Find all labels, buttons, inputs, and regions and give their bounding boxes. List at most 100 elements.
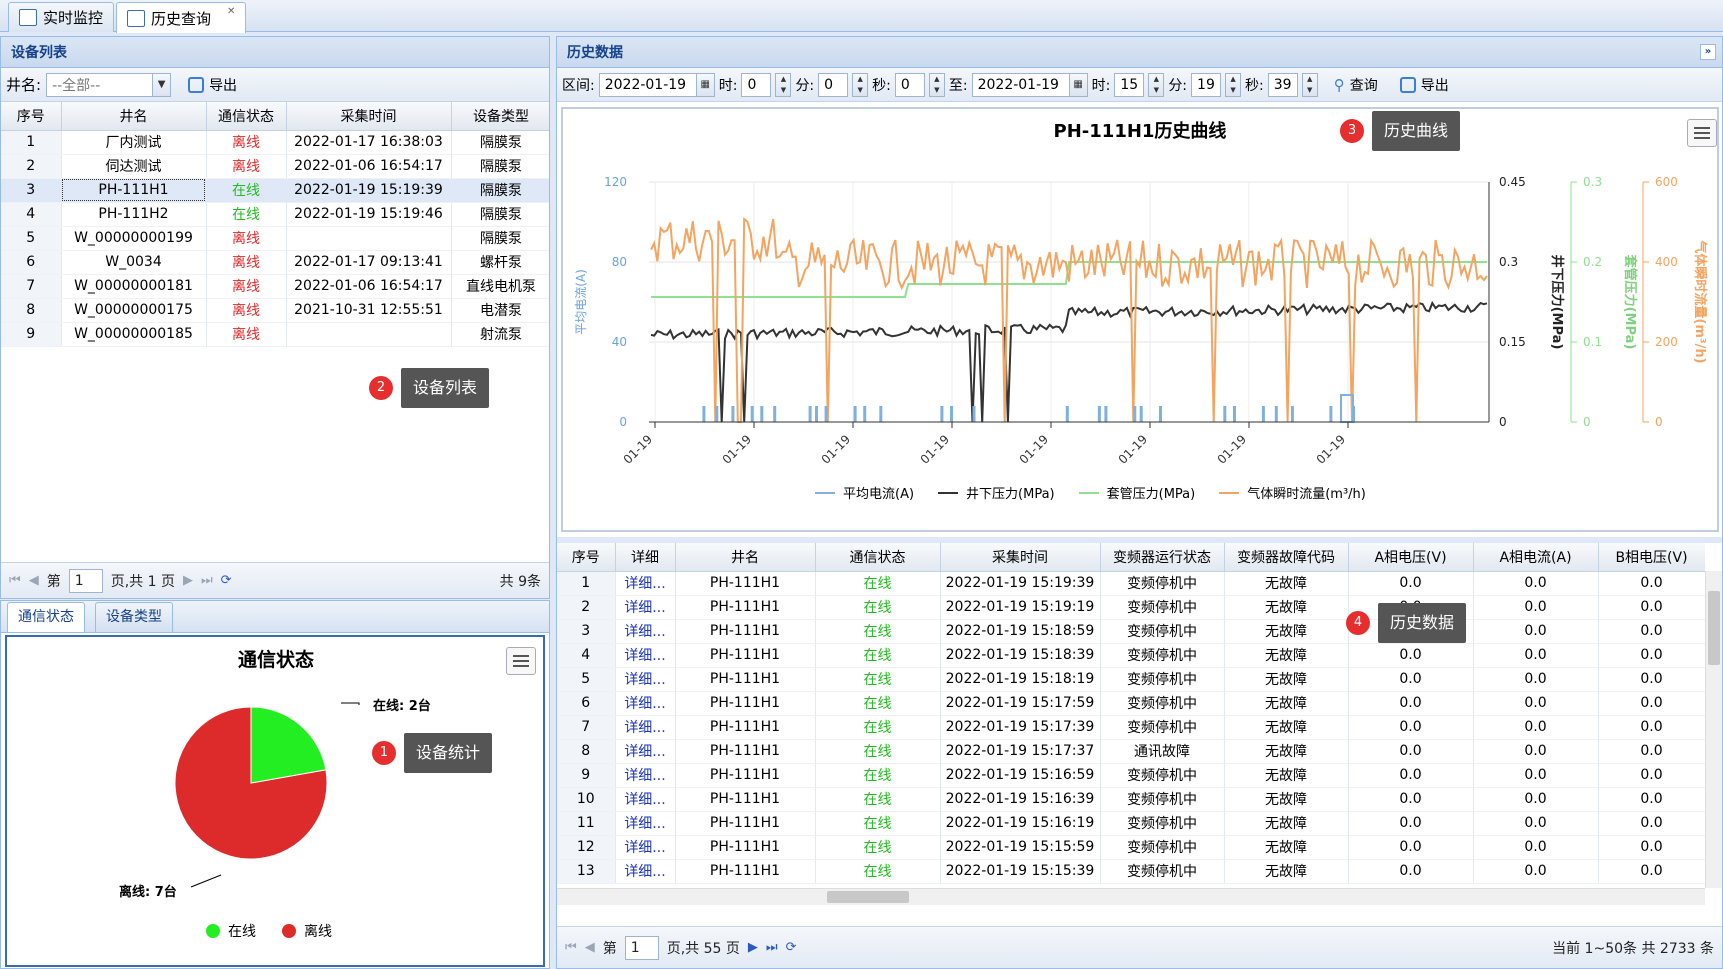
- second-from-input[interactable]: 0: [894, 72, 925, 97]
- chevron-down-icon[interactable]: ▼: [152, 73, 171, 96]
- pie-slice-online[interactable]: [250, 706, 327, 784]
- prev-page-icon[interactable]: ◀: [585, 940, 595, 955]
- spinner-icon[interactable]: ▲ ▼: [928, 72, 945, 97]
- legend-casing-pressure[interactable]: 套管压力(MPa): [1078, 483, 1195, 502]
- refresh-icon[interactable]: ⟳: [786, 940, 797, 955]
- legend-downhole-pressure[interactable]: 井下压力(MPa): [938, 483, 1055, 502]
- detail-link[interactable]: 详细...: [615, 643, 676, 668]
- table-row[interactable]: 1 详细... PH-111H1 在线 2022-01-19 15:19:39 变频停机中…: [557, 571, 1705, 596]
- table-row[interactable]: 12 详细... PH-111H1 在线 2022-01-19 15:15:59 变频停机…: [557, 835, 1705, 860]
- calendar-icon[interactable]: ▦: [1068, 73, 1087, 96]
- detail-link[interactable]: 详细...: [615, 571, 676, 596]
- table-row[interactable]: 2 详细... PH-111H1 在线 2022-01-19 15:19:19 变频停机中…: [557, 595, 1705, 620]
- horizontal-scrollbar[interactable]: [557, 888, 1705, 905]
- spinner-icon[interactable]: ▲ ▼: [1148, 72, 1165, 97]
- calendar-icon[interactable]: ▦: [695, 73, 714, 96]
- minute-from-input[interactable]: 0: [818, 72, 849, 97]
- tab-comm-status[interactable]: 通信状态: [7, 602, 85, 633]
- column-header[interactable]: 通信状态: [206, 102, 287, 131]
- next-page-icon[interactable]: ▶: [183, 573, 193, 588]
- table-row[interactable]: 1 厂内测试 离线 2022-01-17 16:38:03 隔膜泵: [1, 130, 549, 155]
- first-page-icon[interactable]: ⏮: [565, 940, 577, 955]
- next-page-icon[interactable]: ▶: [748, 940, 758, 955]
- column-header[interactable]: 变频器故障代码: [1224, 543, 1349, 572]
- legend-gas-flow[interactable]: 气体瞬时流量(m³/h): [1219, 483, 1366, 502]
- table-row[interactable]: 10 详细... PH-111H1 在线 2022-01-19 15:16:39 变频停机…: [557, 787, 1705, 812]
- tab-realtime-monitor[interactable]: 实时监控: [8, 2, 115, 32]
- table-row[interactable]: 6 W_0034 离线 2022-01-17 09:13:41 螺杆泵: [1, 250, 549, 275]
- last-page-icon[interactable]: ⏭: [766, 940, 778, 955]
- collapse-icon[interactable]: »: [1700, 44, 1716, 60]
- table-row[interactable]: 9 W_00000000185 离线 射流泵: [1, 322, 549, 347]
- column-header[interactable]: 采集时间: [940, 543, 1101, 572]
- detail-link[interactable]: 详细...: [615, 835, 676, 860]
- vertical-scrollbar[interactable]: [1705, 571, 1722, 888]
- table-row[interactable]: 13 详细... PH-111H1 在线 2022-01-19 15:15:39 变频停机…: [557, 859, 1705, 884]
- refresh-icon[interactable]: ⟳: [221, 573, 232, 588]
- history-export-button[interactable]: 导出: [1396, 75, 1453, 95]
- detail-link[interactable]: 详细...: [615, 859, 676, 884]
- column-header[interactable]: 详细: [615, 543, 676, 572]
- close-icon[interactable]: ✕: [227, 6, 235, 17]
- detail-link[interactable]: 详细...: [615, 811, 676, 836]
- second-to-input[interactable]: 39: [1267, 72, 1298, 97]
- table-row[interactable]: 8 W_00000000175 离线 2021-10-31 12:55:51 电潜泵: [1, 298, 549, 323]
- column-header[interactable]: 设备类型: [451, 102, 549, 131]
- table-row[interactable]: 11 详细... PH-111H1 在线 2022-01-19 15:16:19 变频停机…: [557, 811, 1705, 836]
- prev-page-icon[interactable]: ◀: [29, 573, 39, 588]
- column-header[interactable]: B相电压(V): [1598, 543, 1705, 572]
- table-row[interactable]: 8 详细... PH-111H1 在线 2022-01-19 15:17:37 通讯故障无…: [557, 739, 1705, 764]
- column-header[interactable]: 通信状态: [815, 543, 941, 572]
- column-header[interactable]: 采集时间: [286, 102, 452, 131]
- detail-link[interactable]: 详细...: [615, 739, 676, 764]
- scrollbar-thumb[interactable]: [827, 891, 909, 903]
- spinner-icon[interactable]: ▲ ▼: [775, 72, 792, 97]
- table-row[interactable]: 5 详细... PH-111H1 在线 2022-01-19 15:18:19 变频停机中…: [557, 667, 1705, 692]
- hour-from-input[interactable]: 0: [741, 72, 772, 97]
- legend-offline[interactable]: 离线: [282, 921, 332, 941]
- page-input[interactable]: 1: [624, 935, 659, 960]
- column-header[interactable]: A相电流(A): [1473, 543, 1599, 572]
- table-row[interactable]: 4 PH-111H2 在线 2022-01-19 15:19:46 隔膜泵: [1, 202, 549, 227]
- column-header[interactable]: 序号: [1, 102, 62, 131]
- page-input[interactable]: 1: [68, 568, 103, 593]
- table-row[interactable]: 6 详细... PH-111H1 在线 2022-01-19 15:17:59 变频停机中…: [557, 691, 1705, 716]
- table-row[interactable]: 5 W_00000000199 离线 隔膜泵: [1, 226, 549, 251]
- detail-link[interactable]: 详细...: [615, 691, 676, 716]
- table-row[interactable]: 4 详细... PH-111H1 在线 2022-01-19 15:18:39 变频停机中…: [557, 643, 1705, 668]
- table-row[interactable]: 3 PH-111H1 在线 2022-01-19 15:19:39 隔膜泵: [1, 178, 549, 203]
- hour-to-input[interactable]: 15: [1114, 72, 1145, 97]
- tab-device-type[interactable]: 设备类型: [95, 602, 173, 632]
- legend-current[interactable]: 平均电流(A): [815, 483, 914, 502]
- tab-history-query[interactable]: 历史查询 ✕: [116, 2, 247, 33]
- column-header[interactable]: 序号: [557, 543, 616, 572]
- detail-link[interactable]: 详细...: [615, 667, 676, 692]
- minute-to-input[interactable]: 19: [1191, 72, 1222, 97]
- spinner-icon[interactable]: ▲ ▼: [852, 72, 869, 97]
- scrollbar-thumb[interactable]: [1708, 591, 1720, 665]
- table-row[interactable]: 7 详细... PH-111H1 在线 2022-01-19 15:17:39 变频停机中…: [557, 715, 1705, 740]
- detail-link[interactable]: 详细...: [615, 787, 676, 812]
- column-header[interactable]: A相电压(V): [1348, 543, 1474, 572]
- table-row[interactable]: 7 W_00000000181 离线 2022-01-06 16:54:17 直线电机泵: [1, 274, 549, 299]
- column-header[interactable]: 井名: [675, 543, 816, 572]
- export-button[interactable]: 导出: [184, 75, 241, 95]
- detail-link[interactable]: 详细...: [615, 619, 676, 644]
- detail-link[interactable]: 详细...: [615, 763, 676, 788]
- detail-link[interactable]: 详细...: [615, 595, 676, 620]
- date-to-input[interactable]: 2022-01-19 ▦: [971, 72, 1088, 97]
- last-page-icon[interactable]: ⏭: [201, 573, 213, 588]
- legend-online[interactable]: 在线: [206, 921, 256, 941]
- column-header[interactable]: 井名: [61, 102, 207, 131]
- table-row[interactable]: 9 详细... PH-111H1 在线 2022-01-19 15:16:59 变频停机中…: [557, 763, 1705, 788]
- column-header[interactable]: 变频器运行状态: [1100, 543, 1225, 572]
- query-button[interactable]: ⚲ 查询: [1330, 75, 1382, 95]
- table-row[interactable]: 3 详细... PH-111H1 在线 2022-01-19 15:18:59 变频停机中…: [557, 619, 1705, 644]
- spinner-icon[interactable]: ▲ ▼: [1225, 72, 1242, 97]
- first-page-icon[interactable]: ⏮: [9, 573, 21, 588]
- table-row[interactable]: 2 伺达测试 离线 2022-01-06 16:54:17 隔膜泵: [1, 154, 549, 179]
- detail-link[interactable]: 详细...: [615, 715, 676, 740]
- well-filter-select[interactable]: --全部-- ▼: [46, 72, 172, 97]
- date-from-input[interactable]: 2022-01-19 ▦: [598, 72, 715, 97]
- spinner-icon[interactable]: ▲ ▼: [1301, 72, 1318, 97]
